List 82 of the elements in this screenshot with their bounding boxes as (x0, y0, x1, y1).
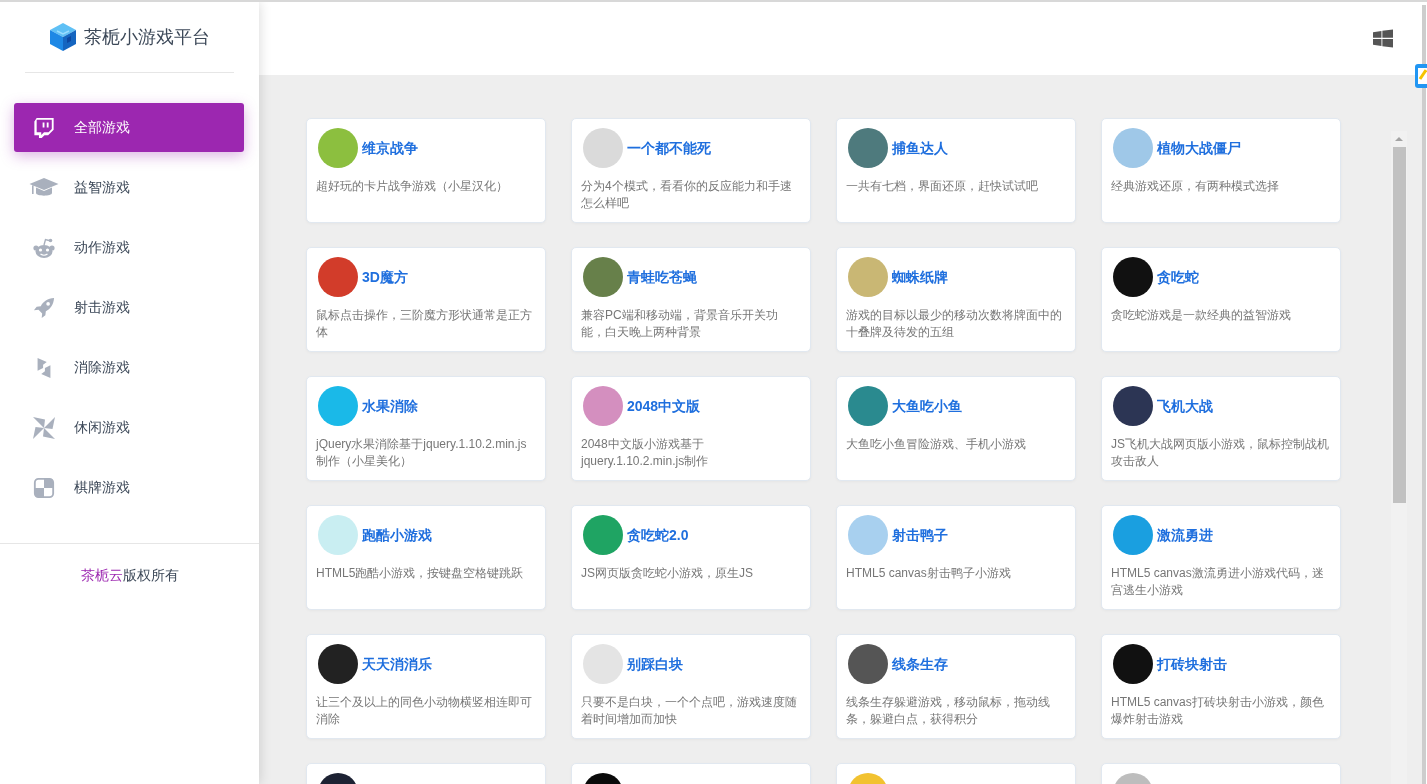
game-description: 经典游戏还原，有两种模式选择 (1111, 178, 1280, 195)
robot-face-icon (32, 236, 56, 259)
game-card[interactable]: 线条生存 线条生存躲避游戏，移动鼠标，拖动线条，躲避白点，获得积分 (836, 634, 1076, 739)
game-title[interactable]: 3D魔方 (362, 266, 408, 288)
game-title[interactable]: 一个都不能死 (627, 137, 711, 159)
game-title[interactable]: 别踩白块 (627, 653, 683, 675)
game-card[interactable]: 2048中文版 2048中文版小游戏基于jquery.1.10.2.min.js制作 (571, 376, 811, 481)
game-card[interactable]: 青蛙吃苍蝇 兼容PC端和移动端，背景音乐开关功能，白天晚上两种背景 (571, 247, 811, 352)
game-card[interactable]: 射击鸭子 HTML5 canvas射击鸭子小游戏 (836, 505, 1076, 610)
nav-item[interactable]: 休闲游戏 (14, 403, 244, 452)
game-title[interactable]: 蜘蛛纸牌 (892, 266, 948, 288)
game-title[interactable]: 激流勇进 (1157, 524, 1213, 546)
game-title[interactable]: 大鱼吃小鱼 (892, 395, 962, 417)
pinwheel-icon (32, 415, 56, 440)
game-description: JS飞机大战网页版小游戏，鼠标控制战机攻击敌人 (1111, 436, 1330, 470)
game-title[interactable]: 射击鸭子 (892, 524, 948, 546)
game-title[interactable]: 维京战争 (362, 137, 418, 159)
game-description: 让三个及以上的同色小动物横竖相连即可消除 (316, 694, 533, 728)
scroll-up-arrow-icon[interactable] (1395, 137, 1403, 141)
scrollbar-thumb[interactable] (1392, 147, 1406, 503)
game-card[interactable]: 3D魔方 鼠标点击操作，三阶魔方形状通常是正方体 (306, 247, 546, 352)
game-title[interactable]: 飞机大战 (1157, 395, 1213, 417)
game-title[interactable]: 贪吃蛇2.0 (627, 524, 689, 546)
game-title[interactable]: 打砖块射击 (1157, 653, 1227, 675)
game-description: JS网页版贪吃蛇小游戏，原生JS (581, 565, 754, 582)
game-card[interactable]: 跑酷小游戏 HTML5跑酷小游戏，按键盘空格键跳跃 (306, 505, 546, 610)
game-description: 2048中文版小游戏基于jquery.1.10.2.min.js制作 (581, 436, 710, 470)
game-title[interactable]: 贪吃蛇 (1157, 266, 1199, 288)
game-description: 一共有七档，界面还原，赶快试试吧 (846, 178, 1039, 195)
copyright-text: 茶栀云版权所有 (79, 566, 180, 585)
game-card[interactable]: 植物大战僵尸 经典游戏还原，有两种模式选择 (1101, 118, 1341, 223)
nav-item[interactable]: 动作游戏 (14, 223, 244, 272)
game-card[interactable]: 别踩白块 只要不是白块，一个个点吧，游戏速度随着时间增加而加快 (571, 634, 811, 739)
game-title[interactable]: 水果消除 (362, 395, 418, 417)
site-link[interactable]: 茶栀云 (80, 567, 123, 583)
game-title[interactable]: 捕鱼达人 (892, 137, 948, 159)
game-title[interactable]: 植物大战僵尸 (1157, 137, 1241, 159)
nav-item[interactable]: 射击游戏 (14, 283, 244, 332)
nav-item[interactable]: 益智游戏 (14, 163, 244, 212)
game-card[interactable]: 捕鱼达人 一共有七档，界面还原，赶快试试吧 (836, 118, 1076, 223)
site-title: 茶栀小游戏平台 (84, 25, 210, 49)
game-card[interactable]: 飞机大战 JS飞机大战网页版小游戏，鼠标控制战机攻击敌人 (1101, 376, 1341, 481)
game-card[interactable]: 蜘蛛纸牌 游戏的目标以最少的移动次数将牌面中的十叠牌及待发的五组 (836, 247, 1076, 352)
checkerboard-icon (33, 476, 55, 499)
game-description: 分为4个模式，看看你的反应能力和手速怎么样吧 (581, 178, 793, 212)
game-card[interactable]: 维京战争 超好玩的卡片战争游戏（小星汉化） (306, 118, 546, 223)
game-title[interactable]: 线条生存 (892, 653, 948, 675)
game-card[interactable]: 贪吃蛇 贪吃蛇游戏是一款经典的益智游戏 (1101, 247, 1341, 352)
game-card[interactable]: 激流勇进 HTML5 canvas激流勇进小游戏代码，迷宫逃生小游戏 (1101, 505, 1341, 610)
four-panes-icon[interactable] (1373, 29, 1393, 48)
game-card[interactable]: 大鱼吃小鱼 大鱼吃小鱼冒险游戏、手机小游戏 (836, 376, 1076, 481)
game-description: 兼容PC端和移动端，背景音乐开关功能，白天晚上两种背景 (581, 307, 779, 341)
game-description: 游戏的目标以最少的移动次数将牌面中的十叠牌及待发的五组 (846, 307, 1063, 341)
game-card[interactable]: 一个都不能死 分为4个模式，看看你的反应能力和手速怎么样吧 (571, 118, 811, 223)
game-title[interactable]: 青蛙吃苍蝇 (627, 266, 697, 288)
game-description: 超好玩的卡片战争游戏（小星汉化） (316, 178, 509, 195)
game-description: jQuery水果消除基于jquery.1.10.2.min.js制作（小星美化） (316, 436, 528, 470)
chat-bubble-icon (33, 116, 55, 139)
nav-item[interactable]: 全部游戏 (14, 103, 244, 152)
game-description: 线条生存躲避游戏，移动鼠标，拖动线条，躲避白点，获得积分 (846, 694, 1051, 728)
game-description: HTML5 canvas打砖块射击小游戏，颜色爆炸射击游戏 (1111, 694, 1325, 728)
game-description: HTML5跑酷小游戏，按键盘空格键跳跃 (316, 565, 525, 582)
rocket-icon (33, 296, 55, 319)
game-card[interactable]: 打砖块射击 HTML5 canvas打砖块射击小游戏，颜色爆炸射击游戏 (1101, 634, 1341, 739)
nav-item[interactable]: 消除游戏 (14, 343, 244, 392)
game-description: 贪吃蛇游戏是一款经典的益智游戏 (1111, 307, 1292, 324)
game-card[interactable]: 贪吃蛇2.0 JS网页版贪吃蛇小游戏，原生JS (571, 505, 811, 610)
game-title[interactable]: 跑酷小游戏 (362, 524, 432, 546)
cube-logo-icon (49, 22, 77, 52)
game-description: 鼠标点击操作，三阶魔方形状通常是正方体 (316, 307, 533, 341)
game-title[interactable]: 2048中文版 (627, 395, 701, 417)
scrollbar-thumb[interactable] (1422, 5, 1426, 784)
game-card[interactable]: 水果消除 jQuery水果消除基于jquery.1.10.2.min.js制作（小星美化） (306, 376, 546, 481)
game-description: 大鱼吃小鱼冒险游戏、手机小游戏 (846, 436, 1027, 453)
game-card[interactable]: 天天消消乐 让三个及以上的同色小动物横竖相连即可消除 (306, 634, 546, 739)
game-description: HTML5 canvas激流勇进小游戏代码，迷宫逃生小游戏 (1111, 565, 1325, 599)
pencil-icon[interactable] (1415, 64, 1427, 88)
game-description: HTML5 canvas射击鸭子小游戏 (846, 565, 1012, 582)
nav-item[interactable]: 棋牌游戏 (14, 463, 244, 512)
game-description: 只要不是白块，一个个点吧，游戏速度随着时间增加而加快 (581, 694, 798, 728)
graduation-cap-icon (29, 176, 59, 199)
game-title[interactable]: 天天消消乐 (362, 653, 432, 675)
